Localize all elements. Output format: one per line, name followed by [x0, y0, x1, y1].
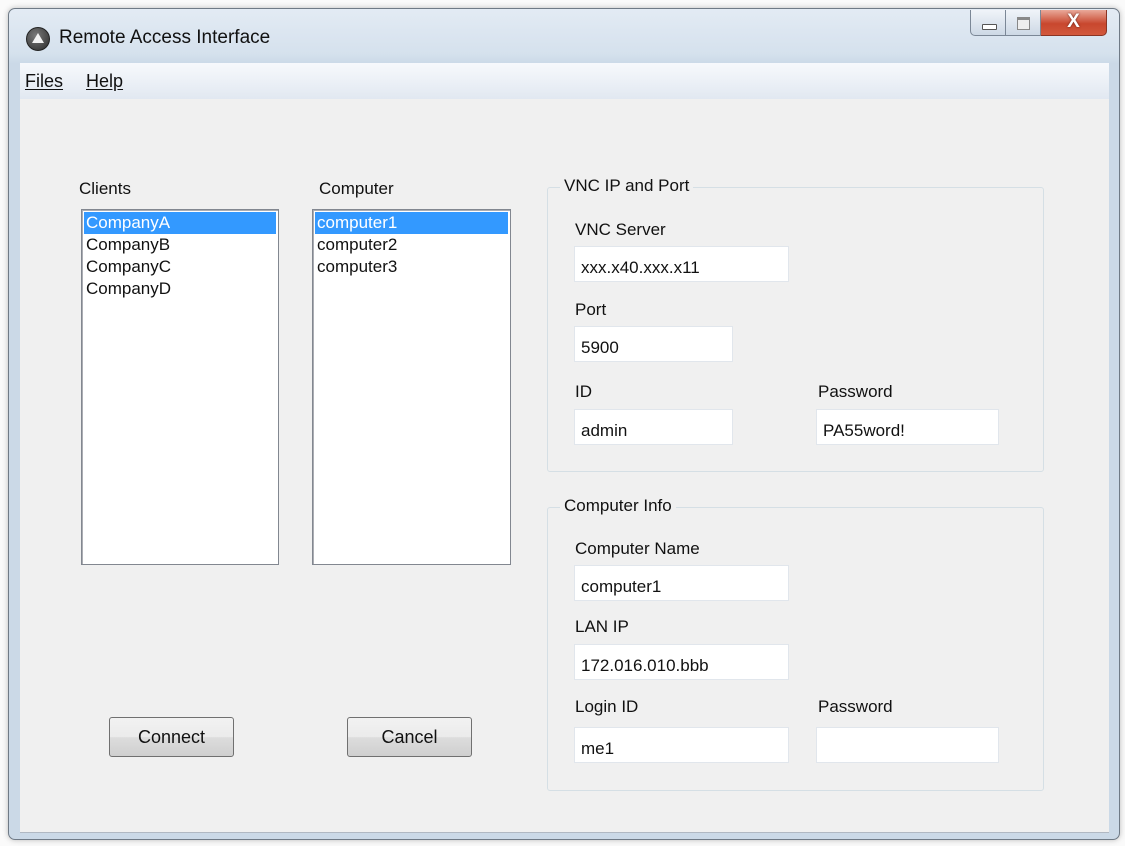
minimize-button[interactable] [970, 10, 1006, 36]
computer-label: Computer [319, 179, 394, 198]
login-password-input[interactable] [816, 727, 999, 763]
list-item[interactable]: CompanyA [84, 212, 276, 234]
menu-help[interactable]: Help [86, 71, 123, 92]
list-item[interactable]: CompanyD [84, 278, 276, 300]
connect-button[interactable]: Connect [109, 717, 234, 757]
vnc-id-input[interactable] [574, 409, 733, 445]
computer-name-input[interactable] [574, 565, 789, 601]
list-item[interactable]: computer3 [315, 256, 508, 278]
window-controls: X [970, 10, 1107, 36]
vnc-password-label: Password [818, 382, 893, 401]
login-id-label: Login ID [575, 697, 639, 716]
vnc-password-input[interactable] [816, 409, 999, 445]
vnc-server-input[interactable] [574, 246, 789, 282]
port-input[interactable] [574, 326, 733, 362]
vnc-id-label: ID [575, 382, 592, 401]
main-panel: Clients CompanyA CompanyB CompanyC CompanyD… [20, 99, 1109, 833]
cancel-button[interactable]: Cancel [347, 717, 472, 757]
list-item[interactable]: CompanyB [84, 234, 276, 256]
list-item[interactable]: CompanyC [84, 256, 276, 278]
clients-label: Clients [79, 179, 131, 198]
lan-ip-label: LAN IP [575, 617, 629, 636]
maximize-button[interactable] [1006, 10, 1041, 36]
close-icon: X [1067, 11, 1080, 32]
port-label: Port [575, 300, 607, 319]
vnc-group-title: VNC IP and Port [560, 176, 694, 196]
clients-listbox[interactable]: CompanyA CompanyB CompanyC CompanyD [81, 209, 279, 565]
computer-info-group-title: Computer Info [560, 496, 676, 516]
vnc-server-label: VNC Server [575, 220, 666, 239]
list-item[interactable]: computer2 [315, 234, 508, 256]
computer-listbox[interactable]: computer1 computer2 computer3 [312, 209, 511, 565]
lan-ip-input[interactable] [574, 644, 789, 680]
window-title: Remote Access Interface [59, 27, 271, 48]
close-button[interactable]: X [1041, 10, 1107, 36]
list-item[interactable]: computer1 [315, 212, 508, 234]
menu-files[interactable]: Files [25, 71, 63, 92]
app-window: Remote Access Interface X Files Help Cli… [8, 8, 1120, 840]
app-icon[interactable] [26, 27, 50, 51]
computer-name-label: Computer Name [575, 539, 700, 558]
title-bar[interactable]: Remote Access Interface X [9, 9, 1119, 61]
login-id-input[interactable] [574, 727, 789, 763]
menu-bar: Files Help [20, 63, 1109, 100]
login-password-label: Password [818, 697, 893, 716]
